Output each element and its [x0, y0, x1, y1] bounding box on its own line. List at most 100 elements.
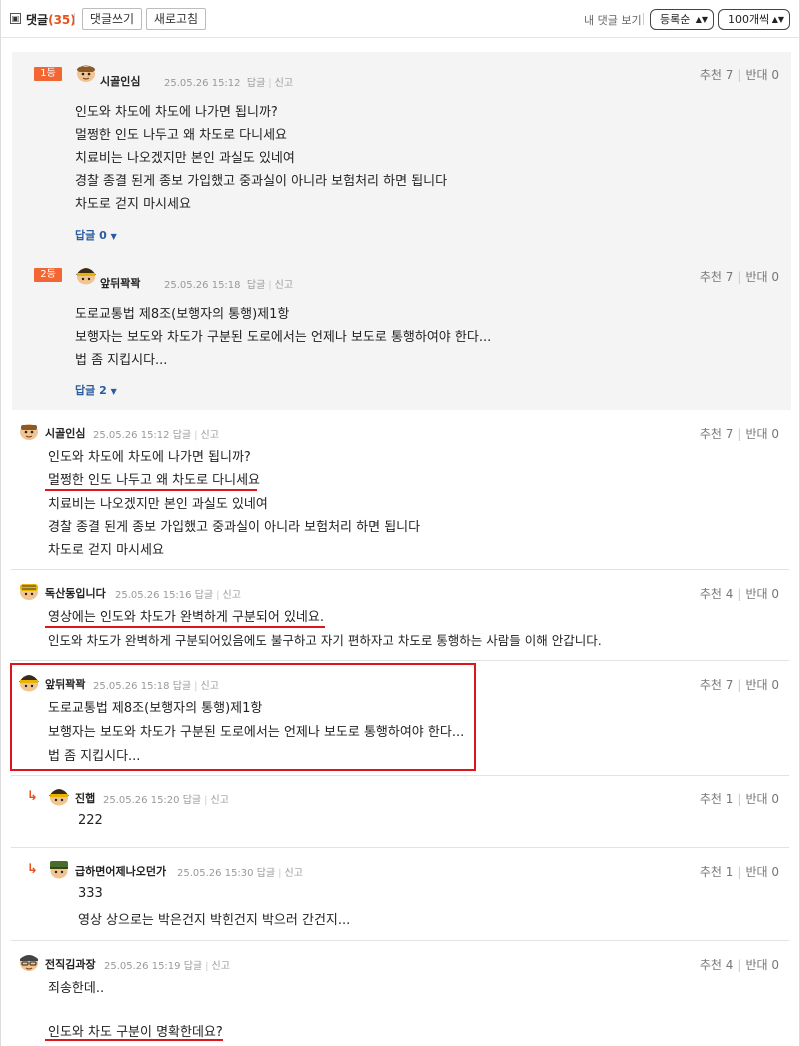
comment-text-line: 경찰 종결 된게 종보 가입했고 중과실이 아니라 보험처리 하면 됩니다 — [75, 174, 448, 189]
oppose-button[interactable]: 반대 0 — [745, 427, 779, 441]
vote-counts: 추천 1 | 반대 0 — [699, 792, 779, 806]
divider — [74, 13, 75, 25]
avatar-icon — [20, 955, 38, 971]
vote-counts: 추천 7 | 반대 0 — [699, 270, 779, 284]
comment-author[interactable]: 급하면어제나오던가 — [75, 863, 166, 879]
reply-link[interactable]: 답글 — [183, 795, 201, 806]
comment-author[interactable]: 앞뒤꽉꽉 — [45, 676, 85, 692]
report-link[interactable]: 신고 — [201, 681, 219, 692]
comment-section: ▣ 댓글(35) 댓글쓰기 새로고침 내 댓글 보기 등록순 ▲▼ 100개씩 ▲▼… — [0, 0, 800, 1046]
reply-link[interactable]: 답글 — [247, 280, 265, 291]
reply-link[interactable]: 답글 — [257, 868, 275, 879]
recommend-button[interactable]: 추천 1 — [700, 792, 734, 806]
comment-date: 25.05.26 15:20 — [103, 795, 180, 806]
reply-link[interactable]: 답글 — [184, 961, 202, 972]
recommend-button[interactable]: 추천 4 — [700, 958, 734, 972]
report-link[interactable]: 신고 — [275, 78, 293, 89]
comment-date: 25.05.26 15:18 — [164, 280, 241, 291]
report-link[interactable]: 신고 — [275, 280, 293, 291]
report-link[interactable]: 신고 — [285, 868, 303, 879]
vote-counts: 추천 7 | 반대 0 — [699, 68, 779, 82]
reply-link[interactable]: 답글 — [173, 430, 191, 441]
comment-text-line: 영상에는 인도와 차도가 완벽하게 구분되어 있네요. — [48, 610, 324, 625]
comment-title: 댓글(35) — [26, 11, 76, 28]
recommend-button[interactable]: 추천 4 — [700, 587, 734, 601]
comment-meta: 25.05.26 15:12 답글 | 신고 — [93, 430, 219, 441]
comment-text-line: 경찰 종결 된게 종보 가입했고 중과실이 아니라 보험처리 하면 됩니다 — [48, 520, 421, 535]
collapse-icon[interactable]: ▣ — [10, 13, 21, 24]
avatar-icon — [19, 675, 39, 692]
rank-badge: 1등 — [34, 67, 62, 81]
vote-counts: 추천 4 | 반대 0 — [699, 958, 779, 972]
per-page-select[interactable]: 100개씩 ▲▼ — [718, 9, 790, 30]
reply-link[interactable]: 답글 — [173, 681, 191, 692]
comment-author[interactable]: 진햅 — [75, 790, 95, 806]
comment-meta: 25.05.26 15:18 답글 | 신고 — [93, 681, 219, 692]
my-comments-link[interactable]: 내 댓글 보기 — [584, 12, 642, 28]
comment-divider — [11, 847, 789, 848]
comment-text-line: 멀쩡한 인도 나두고 왜 차도로 다니세요 — [75, 128, 288, 143]
select-arrows-icon: ▲▼ — [695, 15, 708, 24]
comment-text-line: 보행자는 보도와 차도가 구분된 도로에서는 언제나 보도로 통행하여야 한다.… — [48, 725, 465, 740]
comment-divider — [11, 660, 789, 661]
show-replies-link[interactable]: 답글 2 ▼ — [75, 382, 117, 398]
comment-text-line: 차도로 걷지 마시세요 — [48, 543, 164, 558]
oppose-button[interactable]: 반대 0 — [745, 792, 779, 806]
comment-text-line: 차도로 걷지 마시세요 — [75, 197, 191, 212]
reply-link[interactable]: 답글 — [247, 78, 265, 89]
comment-date: 25.05.26 15:19 — [104, 961, 181, 972]
comment-divider — [11, 569, 789, 570]
comment-text-line: 치료비는 나오겠지만 본인 과실도 있네여 — [48, 497, 268, 512]
comment-date: 25.05.26 15:30 — [177, 868, 254, 879]
show-replies-label: 답글 2 — [75, 384, 107, 397]
write-comment-button[interactable]: 댓글쓰기 — [82, 8, 142, 30]
report-link[interactable]: 신고 — [223, 590, 241, 601]
comment-meta: 25.05.26 15:30 답글 | 신고 — [177, 868, 303, 879]
recommend-button[interactable]: 추천 7 — [700, 678, 734, 692]
caret-down-icon: ▼ — [110, 232, 117, 241]
comment-meta: 25.05.26 15:12 답글 | 신고 — [164, 78, 294, 89]
comment-text-line: 인도와 차도에 차도에 나가면 됩니까? — [75, 105, 278, 120]
vote-counts: 추천 4 | 반대 0 — [699, 587, 779, 601]
oppose-button[interactable]: 반대 0 — [745, 958, 779, 972]
oppose-button[interactable]: 반대 0 — [745, 587, 779, 601]
comment-text-line: 법 좀 지킵시다... — [48, 749, 141, 764]
report-link[interactable]: 신고 — [212, 961, 230, 972]
report-link[interactable]: 신고 — [201, 430, 219, 441]
comment-text-line: 인도와 차도가 완벽하게 구분되어있음에도 불구하고 자기 편하자고 차도로 통… — [48, 633, 602, 648]
oppose-button[interactable]: 반대 0 — [745, 865, 779, 879]
divider — [643, 13, 644, 25]
comment-text-line: 치료비는 나오겠지만 본인 과실도 있네여 — [75, 151, 295, 166]
report-link[interactable]: 신고 — [211, 795, 229, 806]
recommend-button[interactable]: 추천 7 — [700, 68, 734, 82]
comment-author[interactable]: 독산동입니다 — [45, 585, 106, 601]
caret-down-icon: ▼ — [110, 387, 117, 396]
comment-text-line: 222 — [78, 813, 103, 828]
comment-date: 25.05.26 15:12 — [164, 78, 241, 89]
avatar-icon — [77, 65, 95, 82]
comment-author[interactable]: 전직김과장 — [45, 956, 96, 972]
refresh-button[interactable]: 새로고침 — [146, 8, 206, 30]
annotation-underline — [45, 626, 325, 628]
sort-select[interactable]: 등록순 ▲▼ — [650, 9, 714, 30]
oppose-button[interactable]: 반대 0 — [745, 270, 779, 284]
comment-divider — [11, 940, 789, 941]
vote-counts: 추천 1 | 반대 0 — [699, 865, 779, 879]
comment-author[interactable]: 시골인심 — [100, 73, 140, 89]
show-replies-link[interactable]: 답글 0 ▼ — [75, 227, 117, 243]
oppose-button[interactable]: 반대 0 — [745, 68, 779, 82]
recommend-button[interactable]: 추천 1 — [700, 865, 734, 879]
annotation-underline — [45, 489, 257, 491]
comment-date: 25.05.26 15:16 — [115, 590, 192, 601]
comment-author[interactable]: 앞뒤꽉꽉 — [100, 275, 140, 291]
recommend-button[interactable]: 추천 7 — [700, 270, 734, 284]
reply-link[interactable]: 답글 — [195, 590, 213, 601]
oppose-button[interactable]: 반대 0 — [745, 678, 779, 692]
comment-meta: 25.05.26 15:16 답글 | 신고 — [115, 590, 241, 601]
comment-text-line: 법 좀 지킵시다... — [75, 353, 168, 368]
vote-counts: 추천 7 | 반대 0 — [699, 678, 779, 692]
comment-text-line: 인도와 차도에 차도에 나가면 됩니까? — [48, 450, 251, 465]
comment-divider — [11, 775, 789, 776]
comment-author[interactable]: 시골인심 — [45, 425, 85, 441]
recommend-button[interactable]: 추천 7 — [700, 427, 734, 441]
